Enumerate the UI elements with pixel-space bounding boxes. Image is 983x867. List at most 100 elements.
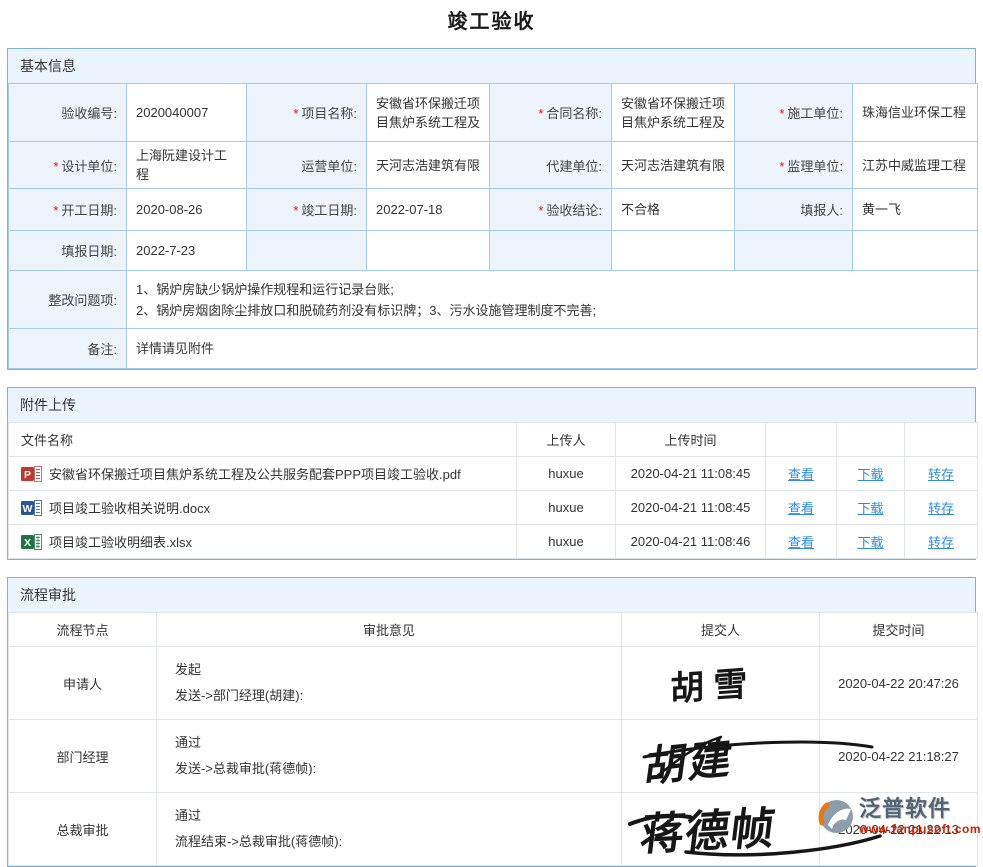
download-link[interactable]: 下载 <box>857 467 883 482</box>
col-header-uploader: 上传人 <box>517 423 616 457</box>
svg-text:胡建: 胡建 <box>642 733 739 793</box>
approval-opinion-cell: 通过 流程结束->总裁审批(蒋德帧): <box>157 793 622 866</box>
pdf-file-icon: P <box>21 466 42 482</box>
col-header-action <box>766 423 837 457</box>
submit-time-cell: 2020-04-22 20:47:26 <box>820 647 978 720</box>
label-acceptance-no: 验收编号: <box>9 84 127 142</box>
empty-label-cell <box>735 231 853 271</box>
submitter-cell: 蒋德帧 <box>622 793 820 866</box>
approval-row: 部门经理 通过 发送->总裁审批(蒋德帧): 胡建 2020-04-22 21:… <box>9 720 978 793</box>
value-agent-unit: 天河志浩建筑有限 <box>612 142 735 189</box>
value-completion-date: 2022-07-18 <box>367 189 490 231</box>
svg-text:W: W <box>23 503 33 515</box>
svg-text:P: P <box>24 469 31 481</box>
save-as-link[interactable]: 转存 <box>928 501 954 516</box>
value-design-unit: 上海阮建设计工程 <box>127 142 247 189</box>
opinion-action: 发起 <box>175 657 615 683</box>
signature-hu-xue: 胡雪 <box>646 657 796 709</box>
opinion-route: 发送->总裁审批(蒋德帧): <box>175 756 615 782</box>
value-acceptance-no: 2020040007 <box>127 84 247 142</box>
label-acceptance-conclusion: *验收结论: <box>490 189 612 231</box>
required-asterisk: * <box>538 106 543 121</box>
excel-file-icon: X <box>21 534 42 550</box>
empty-value-cell <box>853 231 978 271</box>
label-rectification-items: 整改问题项: <box>9 271 127 329</box>
approval-section-title: 流程审批 <box>8 578 975 612</box>
opinion-route: 流程结束->总裁审批(蒋德帧): <box>175 829 615 855</box>
label-construction-unit: *施工单位: <box>735 84 853 142</box>
label-design-unit: *设计单位: <box>9 142 127 189</box>
submitter-cell: 胡雪 <box>622 647 820 720</box>
svg-text:胡雪: 胡雪 <box>670 664 756 710</box>
col-header-action <box>837 423 905 457</box>
opinion-action: 通过 <box>175 803 615 829</box>
approval-row: 申请人 发起 发送->部门经理(胡建): 胡雪 2020-04-22 20:47… <box>9 647 978 720</box>
label-remark: 备注: <box>9 329 127 369</box>
col-header-upload-time: 上传时间 <box>616 423 766 457</box>
value-start-date: 2020-08-26 <box>127 189 247 231</box>
value-operation-unit: 天河志浩建筑有限 <box>367 142 490 189</box>
view-link[interactable]: 查看 <box>788 467 814 482</box>
value-acceptance-conclusion: 不合格 <box>612 189 735 231</box>
empty-value-cell <box>367 231 490 271</box>
value-report-date: 2022-7-23 <box>127 231 247 271</box>
save-as-link[interactable]: 转存 <box>928 467 954 482</box>
value-contract-name: 安徽省环保搬迁项目焦炉系统工程及 <box>612 84 735 142</box>
attachment-row: W 项目竣工验收相关说明.docx huxue 2020-04-21 11:08… <box>9 491 978 525</box>
upload-time-cell: 2020-04-21 11:08:46 <box>616 525 766 559</box>
download-link[interactable]: 下载 <box>857 501 883 516</box>
basic-info-section-title: 基本信息 <box>8 49 975 83</box>
approval-opinion-cell: 通过 发送->总裁审批(蒋德帧): <box>157 720 622 793</box>
label-completion-date: *竣工日期: <box>247 189 367 231</box>
empty-label-cell <box>247 231 367 271</box>
approval-opinion-cell: 发起 发送->部门经理(胡建): <box>157 647 622 720</box>
page-title: 竣工验收 <box>0 11 983 33</box>
save-as-link[interactable]: 转存 <box>928 535 954 550</box>
view-link[interactable]: 查看 <box>788 501 814 516</box>
label-start-date: *开工日期: <box>9 189 127 231</box>
value-remark: 详情请见附件 <box>127 329 978 369</box>
empty-value-cell <box>612 231 735 271</box>
label-report-date: 填报日期: <box>9 231 127 271</box>
svg-text:X: X <box>24 537 31 549</box>
opinion-route: 发送->部门经理(胡建): <box>175 683 615 709</box>
value-rectification-items: 1、锅炉房缺少锅炉操作规程和运行记录台账; 2、锅炉房烟囱除尘排放口和脱硫药剂没… <box>127 271 978 329</box>
value-project-name: 安徽省环保搬迁项目焦炉系统工程及 <box>367 84 490 142</box>
label-contract-name: *合同名称: <box>490 84 612 142</box>
label-supervision-unit: *监理单位: <box>735 142 853 189</box>
uploader-cell: huxue <box>517 491 616 525</box>
col-header-file-name: 文件名称 <box>9 423 517 457</box>
label-agent-unit: 代建单位: <box>490 142 612 189</box>
file-name: 项目竣工验收相关说明.docx <box>49 498 210 517</box>
value-supervision-unit: 江苏中威监理工程 <box>853 142 978 189</box>
col-header-approval-opinion: 审批意见 <box>157 613 622 647</box>
view-link[interactable]: 查看 <box>788 535 814 550</box>
value-construction-unit: 珠海信业环保工程 <box>853 84 978 142</box>
required-asterisk: * <box>53 203 58 218</box>
uploader-cell: huxue <box>517 525 616 559</box>
col-header-submitter: 提交人 <box>622 613 820 647</box>
uploader-cell: huxue <box>517 457 616 491</box>
file-name-cell: X 项目竣工验收明细表.xlsx <box>9 525 517 559</box>
attachments-section-title: 附件上传 <box>8 388 975 422</box>
upload-time-cell: 2020-04-21 11:08:45 <box>616 457 766 491</box>
download-link[interactable]: 下载 <box>857 535 883 550</box>
attachments-panel: 附件上传 文件名称 上传人 上传时间 P <box>7 387 976 560</box>
opinion-action: 通过 <box>175 730 615 756</box>
brand-logo-icon <box>818 798 855 835</box>
file-name: 安徽省环保搬迁项目焦炉系统工程及公共服务配套PPP项目竣工验收.pdf <box>49 464 461 483</box>
word-file-icon: W <box>21 500 42 516</box>
upload-time-cell: 2020-04-21 11:08:45 <box>616 491 766 525</box>
empty-label-cell <box>490 231 612 271</box>
col-header-flow-node: 流程节点 <box>9 613 157 647</box>
flow-node-cell: 申请人 <box>9 647 157 720</box>
required-asterisk: * <box>538 203 543 218</box>
required-asterisk: * <box>779 159 784 174</box>
file-name: 项目竣工验收明细表.xlsx <box>49 532 192 551</box>
col-header-action <box>905 423 978 457</box>
brand-name: 泛普软件 <box>859 798 981 820</box>
label-operation-unit: 运营单位: <box>247 142 367 189</box>
required-asterisk: * <box>293 203 298 218</box>
flow-node-cell: 部门经理 <box>9 720 157 793</box>
submit-time-cell: 2020-04-22 21:18:27 <box>820 720 978 793</box>
